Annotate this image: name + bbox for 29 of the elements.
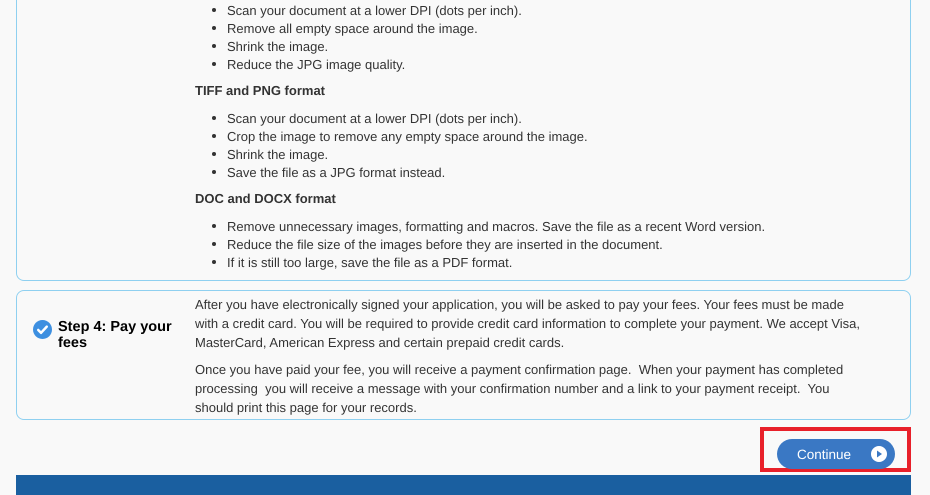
- paragraph: Once you have paid your fee, you will receive a payment confirmation page. When your payment has completed processing you will receive a message with your confirmation number and a link to your payment receipt. You should print this page for your records.: [195, 361, 844, 417]
- tip-text: If it is still too large, save the file as a PDF format.: [227, 254, 512, 270]
- bullet-icon: [212, 62, 216, 66]
- bullet-icon: [212, 44, 216, 48]
- continue-button[interactable]: Continue: [777, 439, 895, 469]
- tip-text: Remove all empty space around the image.: [227, 20, 478, 36]
- tip-text: Reduce the file size of the images before they are inserted in the document.: [227, 236, 663, 252]
- bullet-icon: [212, 242, 216, 246]
- bullet-icon: [212, 8, 216, 12]
- bullet-icon: [212, 116, 216, 120]
- step-title: Step 4: Pay your fees: [58, 319, 173, 351]
- tip-text: Scan your document at a lower DPI (dots per inch).: [227, 110, 522, 126]
- tip-text: Shrink the image.: [227, 38, 328, 54]
- bullet-icon: [212, 152, 216, 156]
- tip-text: Remove unnecessary images, formatting and macros. Save the file as a recent Word version.: [227, 218, 766, 234]
- tip-text: Shrink the image.: [227, 146, 328, 162]
- tip-text: Save the file as a JPG format instead.: [227, 164, 446, 180]
- play-icon: [871, 446, 887, 462]
- bullet-icon: [212, 170, 216, 174]
- section-heading: TIFF and PNG format: [195, 82, 326, 100]
- tip-text: Scan your document at a lower DPI (dots per inch).: [227, 2, 522, 18]
- tip-text: Crop the image to remove any empty space around the image.: [227, 128, 588, 144]
- section-heading: DOC and DOCX format: [195, 190, 337, 208]
- tip-text: Reduce the JPG image quality.: [227, 56, 406, 72]
- bullet-icon: [212, 134, 216, 138]
- bullet-icon: [212, 260, 216, 264]
- bullet-icon: [212, 26, 216, 30]
- paragraph: After you have electronically signed your application, you will be asked to pay your fees. Your fees must be made with a credit card. You will be required to provide credit card information to complete your payment. We accept Visa, MasterCard, American Express and certain prepaid credit cards.: [195, 296, 862, 352]
- bullet-icon: [212, 224, 216, 228]
